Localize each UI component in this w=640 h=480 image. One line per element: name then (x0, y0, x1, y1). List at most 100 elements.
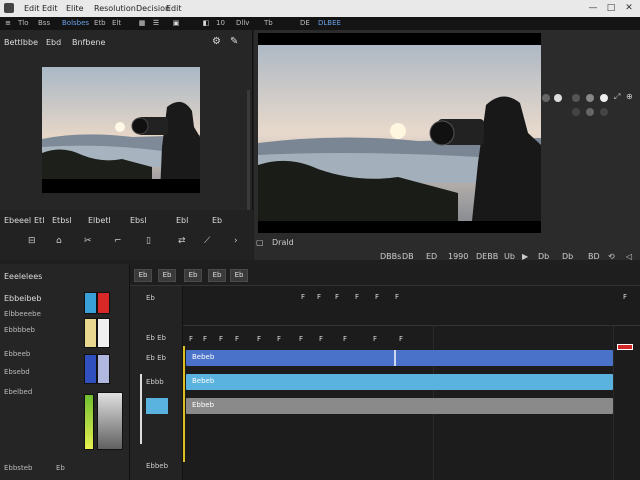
library-item-4[interactable]: Ebsebd (4, 368, 30, 376)
toolbar-right-5[interactable]: DLBEE (318, 19, 341, 27)
menu-item-4[interactable]: Resolution (94, 4, 136, 13)
library-footer-2[interactable]: Eb (56, 464, 65, 472)
tl-button-5[interactable]: Eb (230, 269, 248, 282)
swatch-blue[interactable] (84, 292, 97, 314)
transport-item-5[interactable]: DEBB (476, 252, 498, 261)
trim-icon[interactable]: ⌐ (114, 236, 122, 246)
menu-item-2[interactable]: Edit (42, 4, 58, 13)
transport-item-2[interactable]: DB (402, 252, 414, 261)
toolbar-right-1[interactable]: 10 (216, 19, 225, 27)
save-icon[interactable]: ▣ (172, 19, 180, 27)
scope-dot-7[interactable] (586, 108, 594, 116)
cut-marker[interactable] (394, 350, 396, 366)
home-icon[interactable]: ⌂ (56, 236, 62, 246)
close-icon[interactable]: ✕ (622, 2, 636, 14)
audio-clip[interactable]: Bebeb (186, 374, 613, 390)
tl-button-3[interactable]: Eb (184, 269, 202, 282)
menu-item-5[interactable]: Decision (136, 4, 170, 13)
track-label-5[interactable]: Ebbeb (146, 462, 168, 470)
minimize-icon[interactable]: — (586, 2, 600, 14)
transport-item-4[interactable]: 1990 (448, 252, 468, 261)
tl-button-2[interactable]: Eb (158, 269, 176, 282)
track-label-3[interactable]: Eb Eb (146, 354, 166, 362)
scope-dot-4[interactable] (586, 94, 594, 102)
library-section[interactable]: Ebbeibeb (4, 294, 41, 303)
volume-icon[interactable]: ◁ (626, 252, 632, 261)
media-tab-2[interactable]: Ebd (46, 38, 61, 47)
program-monitor[interactable] (258, 33, 541, 233)
toolbar-item-4[interactable]: Etb (94, 19, 106, 27)
menu-item-3[interactable]: Elite (66, 4, 84, 13)
tl-button-1[interactable]: Eb (134, 269, 152, 282)
next-icon[interactable]: › (234, 236, 238, 246)
marker-flag-icon[interactable] (617, 344, 633, 350)
toolbar-item-3[interactable]: Bolsbes (62, 19, 89, 27)
toolbar-right-2[interactable]: Dllv (236, 19, 249, 27)
scope-dot-1[interactable] (542, 94, 550, 102)
media-tab-1[interactable]: Bettlbbe (4, 38, 38, 47)
media-scrollbar[interactable] (247, 90, 250, 230)
track-color-chip[interactable] (146, 398, 168, 414)
menu-item-1[interactable]: Edit (24, 4, 40, 13)
library-item-3[interactable]: Ebbeeb (4, 350, 30, 358)
grid-icon[interactable]: ▦ (138, 19, 146, 27)
title-clip[interactable]: Ebbeb (186, 398, 613, 414)
swatch-green[interactable] (84, 394, 94, 450)
track-label-1[interactable]: Eb (146, 294, 155, 302)
swatch-lavender[interactable] (97, 354, 110, 384)
ctrl-label-7[interactable]: Eb (212, 216, 222, 225)
shuffle-icon[interactable]: ⇄ (178, 236, 186, 246)
scope-dot-5[interactable] (600, 94, 608, 102)
library-footer-1[interactable]: Ebbsteb (4, 464, 32, 472)
track-label-4[interactable]: Ebbb (146, 378, 164, 386)
fullscreen-icon[interactable]: ⤢ (614, 92, 620, 102)
transport-item-8[interactable]: Db (562, 252, 573, 261)
zoom-icon[interactable]: ⊕ (626, 92, 633, 101)
swatch-grey-gradient[interactable] (97, 392, 123, 450)
menu-icon[interactable]: ≡ (4, 19, 12, 27)
toolbar-right-3[interactable]: Tb (264, 19, 273, 27)
library-item-5[interactable]: Ebelbed (4, 388, 32, 396)
video-clip[interactable]: Bebeb (186, 350, 613, 366)
playhead[interactable] (183, 346, 185, 462)
ctrl-label-5[interactable]: Ebsl (130, 216, 147, 225)
toolbar-right-4[interactable]: DE (300, 19, 310, 27)
render-icon[interactable]: ◧ (202, 19, 210, 27)
ctrl-label-4[interactable]: Elbetl (88, 216, 111, 225)
transport-item-3[interactable]: ED (426, 252, 437, 261)
viewer-options-icon[interactable]: ▢ (256, 238, 264, 247)
toolbar-item-5[interactable]: Elt (112, 19, 121, 27)
scope-dot-2[interactable] (554, 94, 562, 102)
ctrl-label-1[interactable]: Ebeeel (4, 216, 31, 225)
media-tab-3[interactable]: Bnfbene (72, 38, 105, 47)
scissors-icon[interactable]: ✂ (84, 236, 92, 246)
library-item-2[interactable]: Ebbbbeb (4, 326, 35, 334)
toolbar-item-2[interactable]: Bss (38, 19, 50, 27)
ctrl-label-6[interactable]: Ebl (176, 216, 188, 225)
swatch-white[interactable] (97, 318, 110, 348)
lock-icon[interactable]: ⊟ (28, 236, 36, 246)
ctrl-label-3[interactable]: Etbsl (52, 216, 72, 225)
menu-item-6[interactable]: Edit (166, 4, 182, 13)
ctrl-label-2[interactable]: Etl (34, 216, 44, 225)
settings-icon[interactable]: ✎ (230, 36, 238, 47)
slip-icon[interactable]: ⟋ (204, 236, 210, 246)
swatch-royal-blue[interactable] (84, 354, 97, 384)
list-icon[interactable]: ☰ (152, 19, 160, 27)
source-clip-thumbnail[interactable] (42, 67, 200, 193)
scope-dot-3[interactable] (572, 94, 580, 102)
transport-item-1[interactable]: DBBs (380, 252, 401, 261)
toolbar-item-1[interactable]: Tlo (18, 19, 29, 27)
transport-item-9[interactable]: BD (588, 252, 600, 261)
scope-dot-8[interactable] (600, 108, 608, 116)
gear-icon[interactable]: ⚙ (212, 36, 221, 47)
tl-button-4[interactable]: Eb (208, 269, 226, 282)
marker-icon[interactable]: ▯ (146, 236, 151, 246)
transport-item-7[interactable]: Db (538, 252, 549, 261)
swatch-cream[interactable] (84, 318, 97, 348)
scope-dot-6[interactable] (572, 108, 580, 116)
loop-icon[interactable]: ⟲ (608, 252, 615, 261)
transport-item-6[interactable]: Ub (504, 252, 515, 261)
play-icon[interactable]: ▶ (522, 252, 528, 261)
library-item-1[interactable]: Elbbeeebe (4, 310, 41, 318)
